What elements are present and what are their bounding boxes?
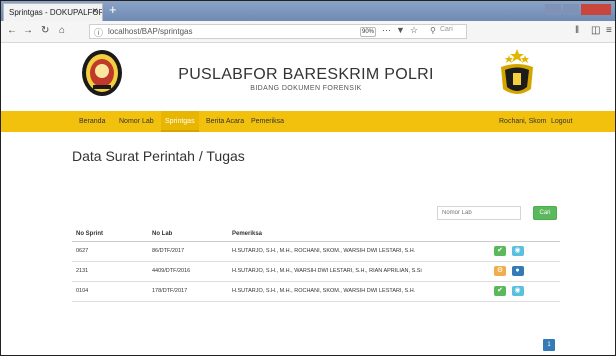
col-pemeriksa: Pemeriksa (228, 227, 490, 242)
check-icon[interactable]: ✔ (494, 246, 506, 256)
cell-no-lab: 86/DTF/2017 (148, 241, 228, 262)
browser-window: Sprintgas - DOKUPALFOR × + ← → ↻ ⌂ ⓘ loc… (0, 0, 616, 356)
more-icon[interactable]: ⋯ (382, 25, 391, 36)
col-actions (490, 227, 560, 242)
eye-icon[interactable]: ◉ (511, 286, 524, 296)
info-icon[interactable]: ⓘ (94, 26, 103, 39)
search-box[interactable]: ⚲ Cari (430, 26, 555, 37)
nav-berita-acara[interactable]: Berita Acara (202, 111, 248, 132)
puslabfor-logo (82, 50, 122, 96)
site-title: PUSLABFOR BARESKRIM POLRI (178, 66, 434, 83)
menu-icon[interactable]: ≡ (606, 25, 612, 36)
cell-no-lab: 4409/DTF/2016 (148, 261, 228, 282)
check-icon[interactable]: ✔ (494, 286, 506, 296)
address-bar[interactable]: ⓘ localhost/BAP/sprintgas 90% ⋯ ▼ ☆ ⚲ Ca… (89, 24, 467, 39)
nav-logout[interactable]: Logout (547, 111, 576, 132)
cell-pemeriksa: H.SUTARJO, S.H., M.H., ROCHANI, SKOM., W… (228, 241, 490, 262)
back-icon[interactable]: ← (7, 25, 17, 36)
window-minimize-button[interactable] (545, 4, 561, 15)
table-row: 0104 178/DTF/2017 H.SUTARJO, S.H., M.H.,… (72, 281, 560, 302)
zoom-level[interactable]: 90% (360, 27, 376, 37)
home-icon[interactable]: ⌂ (59, 25, 65, 36)
bookmark-icon[interactable]: ☆ (410, 25, 418, 36)
forward-icon[interactable]: → (23, 25, 33, 36)
search-placeholder: Cari (440, 26, 453, 33)
eye-icon[interactable]: ◉ (511, 246, 524, 256)
table-row: 0627 86/DTF/2017 H.SUTARJO, S.H., M.H., … (72, 241, 560, 262)
sidebar-icon[interactable]: ◫ (591, 25, 600, 36)
pagination-page-button[interactable]: 1 (543, 339, 555, 351)
polri-logo (501, 49, 533, 94)
cell-actions: ✔ ◉ (490, 281, 560, 302)
tab-title: Sprintgas - DOKUPALFOR (9, 8, 103, 17)
window-close-button[interactable] (581, 4, 611, 15)
nav-nomor-lab[interactable]: Nomor Lab (115, 111, 158, 132)
cell-no-sprint: 2131 (72, 261, 148, 282)
window-maximize-button[interactable] (563, 4, 579, 15)
cell-pemeriksa: H.SUTARJO, S.H., M.H., ROCHANI, SKOM., W… (228, 281, 490, 302)
page-title: Data Surat Perintah / Tugas (72, 148, 245, 164)
browser-toolbar: ← → ↻ ⌂ ⓘ localhost/BAP/sprintgas 90% ⋯ … (1, 21, 615, 43)
col-no-sprint: No Sprint (72, 227, 148, 242)
cell-actions: ⚙ ● (490, 261, 560, 282)
nomor-lab-search-input[interactable] (437, 206, 521, 220)
url-text[interactable]: localhost/BAP/sprintgas (108, 27, 193, 36)
gear-icon[interactable]: ⚙ (494, 266, 506, 276)
nav-pemeriksa[interactable]: Pemeriksa (247, 111, 288, 132)
sprint-table: No Sprint No Lab Pemeriksa 0627 86/DTF/2… (72, 227, 560, 302)
browser-titlebar: Sprintgas - DOKUPALFOR × + (1, 1, 615, 21)
user-icon[interactable]: ● (511, 266, 524, 276)
library-icon[interactable]: ‖ (575, 25, 579, 36)
cell-no-sprint: 0627 (72, 241, 148, 262)
col-no-lab: No Lab (148, 227, 228, 242)
main-navbar: Beranda Nomor Lab Sprintgas Berita Acara… (1, 111, 615, 132)
nav-user[interactable]: Rochani, Skom (495, 111, 550, 132)
cell-no-lab: 178/DTF/2017 (148, 281, 228, 302)
pocket-icon[interactable]: ▼ (396, 25, 405, 35)
cell-actions: ✔ ◉ (490, 241, 560, 262)
search-button[interactable]: Cari (533, 206, 557, 220)
cell-pemeriksa: H.SUTARJO, S.H., M.H., WARSIH DWI LESTAR… (228, 261, 490, 282)
nav-beranda[interactable]: Beranda (75, 111, 109, 132)
nav-sprintgas[interactable]: Sprintgas (161, 111, 199, 132)
cell-no-sprint: 0104 (72, 281, 148, 302)
search-icon: ⚲ (430, 26, 436, 35)
new-tab-icon[interactable]: + (109, 2, 117, 17)
table-row: 2131 4409/DTF/2016 H.SUTARJO, S.H., M.H.… (72, 261, 560, 282)
site-subtitle: BIDANG DOKUMEN FORENSIK (250, 85, 362, 92)
browser-tab[interactable]: Sprintgas - DOKUPALFOR × (3, 3, 103, 21)
reload-icon[interactable]: ↻ (41, 25, 49, 36)
table-header-row: No Sprint No Lab Pemeriksa (72, 227, 560, 242)
tab-close-icon[interactable]: × (92, 6, 98, 17)
